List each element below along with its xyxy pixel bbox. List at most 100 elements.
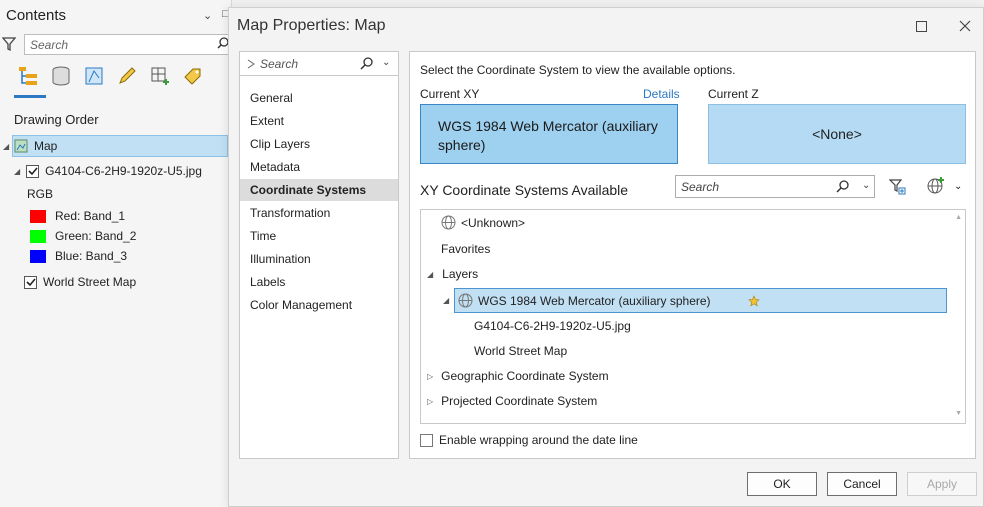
collapse-triangle-icon[interactable]: ◢ [443, 296, 449, 305]
contents-title: Contents [6, 7, 67, 24]
chevron-down-icon[interactable]: ⌄ [954, 181, 962, 192]
cs-selected-item[interactable]: WGS 1984 Web Mercator (auxiliary sphere) [454, 288, 947, 313]
tree-item-raster-layer[interactable]: ◢ G4104-C6-2H9-1920z-U5.jpg [14, 164, 202, 178]
add-coordinate-system-icon[interactable] [927, 176, 945, 194]
cs-layers-folder[interactable]: ◢ Layers [427, 267, 478, 281]
globe-icon [441, 215, 456, 230]
cs-layer-basemap[interactable]: World Street Map [474, 344, 567, 358]
cs-label: Projected Coordinate System [441, 394, 598, 408]
search-icon[interactable] [360, 57, 373, 70]
band-label: Green: Band_2 [55, 229, 137, 243]
blue-swatch[interactable] [30, 249, 46, 263]
cs-favorites[interactable]: Favorites [441, 242, 490, 256]
cs-geographic-folder[interactable]: ▷ Geographic Coordinate System [427, 369, 609, 383]
contents-search-input[interactable]: Search [24, 34, 230, 55]
green-swatch[interactable] [30, 229, 46, 243]
nav-labels[interactable]: Labels [240, 271, 398, 293]
rgb-heading: RGB [27, 187, 53, 201]
chevron-down-icon[interactable]: ⌄ [862, 180, 870, 191]
cs-unknown[interactable]: <Unknown> [441, 215, 525, 230]
map-properties-dialog: Map Properties: Map Search ⌄ General Ext… [228, 7, 984, 507]
list-by-selection-icon[interactable] [82, 64, 106, 88]
coordinate-systems-panel: Select the Coordinate System to view the… [409, 51, 976, 459]
current-xy-value: WGS 1984 Web Mercator (auxiliary sphere) [438, 118, 658, 153]
map-icon [14, 139, 28, 153]
layer-visibility-checkbox[interactable] [24, 275, 37, 289]
wrap-dateline-label: Enable wrapping around the date line [439, 433, 638, 447]
nav-search-input[interactable]: Search [240, 52, 398, 76]
active-tab-indicator [14, 95, 46, 98]
tree-item-map[interactable]: ◢ Map [3, 135, 228, 157]
collapse-triangle-icon[interactable]: ◢ [3, 142, 9, 151]
favorite-star-icon[interactable] [747, 294, 760, 307]
properties-nav: Search ⌄ General Extent Clip Layers Meta… [239, 51, 399, 459]
filter-icon[interactable] [2, 36, 16, 52]
current-z-value: <None> [812, 126, 862, 142]
band-red[interactable]: Red: Band_1 [30, 209, 125, 223]
cs-projected-folder[interactable]: ▷ Projected Coordinate System [427, 394, 597, 408]
list-by-editing-icon[interactable] [115, 64, 139, 88]
chevron-down-icon[interactable]: ⌄ [203, 9, 212, 22]
cs-label: WGS 1984 Web Mercator (auxiliary sphere) [478, 293, 711, 308]
list-by-labeling-icon[interactable] [181, 64, 205, 88]
wrap-dateline-option[interactable]: Enable wrapping around the date line [420, 433, 638, 447]
scroll-down-icon[interactable]: ▼ [955, 410, 962, 417]
nav-metadata[interactable]: Metadata [240, 156, 398, 178]
globe-icon [458, 293, 473, 308]
cs-search-placeholder: Search [681, 180, 720, 194]
rgb-label: RGB [27, 187, 54, 201]
layer-visibility-checkbox[interactable] [26, 164, 40, 178]
chevron-down-icon[interactable]: ⌄ [382, 57, 390, 68]
nav-illumination[interactable]: Illumination [240, 248, 398, 270]
cs-label: G4104-C6-2H9-1920z-U5.jpg [474, 319, 631, 333]
list-by-snapping-icon[interactable] [148, 64, 172, 88]
scroll-up-icon[interactable]: ▲ [955, 214, 962, 221]
cs-layer-raster[interactable]: G4104-C6-2H9-1920z-U5.jpg [474, 319, 631, 333]
close-icon[interactable] [955, 16, 975, 36]
details-link[interactable]: Details [643, 87, 680, 101]
cancel-button[interactable]: Cancel [827, 472, 897, 496]
cs-label: <Unknown> [461, 215, 526, 230]
maximize-icon[interactable] [911, 16, 931, 36]
cs-label: Favorites [441, 242, 491, 256]
band-label: Red: Band_1 [55, 209, 126, 223]
map-label: Map [34, 139, 58, 153]
drawing-order-heading: Drawing Order [14, 112, 99, 127]
search-icon[interactable] [836, 180, 849, 193]
band-green[interactable]: Green: Band_2 [30, 229, 136, 243]
current-xy-box[interactable]: WGS 1984 Web Mercator (auxiliary sphere) [420, 104, 678, 164]
cs-tree: <Unknown> Favorites ◢ Layers ◢ WGS 1984 … [420, 209, 966, 424]
nav-extent[interactable]: Extent [240, 110, 398, 132]
band-label: Blue: Band_3 [55, 249, 128, 263]
wrap-dateline-checkbox[interactable] [420, 433, 433, 447]
list-by-drawing-order-icon[interactable] [16, 64, 40, 88]
red-swatch[interactable] [30, 209, 46, 223]
layer-name: World Street Map [43, 275, 137, 289]
nav-time[interactable]: Time [240, 225, 398, 247]
dialog-title: Map Properties: Map [237, 17, 386, 34]
expand-triangle-icon[interactable]: ▷ [427, 372, 433, 381]
band-blue[interactable]: Blue: Band_3 [30, 249, 127, 263]
ok-button[interactable]: OK [747, 472, 817, 496]
nav-color-management[interactable]: Color Management [240, 294, 398, 316]
arrow-icon [247, 59, 255, 69]
tree-item-basemap-layer[interactable]: World Street Map [24, 275, 136, 289]
apply-button[interactable]: Apply [907, 472, 977, 496]
current-z-box[interactable]: <None> [708, 104, 966, 164]
collapse-triangle-icon[interactable]: ◢ [14, 167, 20, 176]
current-z-label: Current Z [708, 87, 759, 101]
filter-icon[interactable] [889, 178, 906, 195]
cs-search-input[interactable]: Search ⌄ [675, 175, 875, 198]
cs-label: World Street Map [474, 344, 568, 358]
nav-transformation[interactable]: Transformation [240, 202, 398, 224]
nav-clip-layers[interactable]: Clip Layers [240, 133, 398, 155]
contents-toolbar [16, 64, 205, 88]
contents-pane: Contents ⌄ □ Search Drawing Order ◢ Map … [0, 0, 232, 507]
cs-label: Layers [442, 267, 479, 281]
nav-general[interactable]: General [240, 87, 398, 109]
nav-coordinate-systems[interactable]: Coordinate Systems [240, 179, 398, 201]
expand-triangle-icon[interactable]: ▷ [427, 397, 433, 406]
current-xy-label: Current XY [420, 87, 480, 101]
collapse-triangle-icon[interactable]: ◢ [427, 270, 433, 279]
list-by-source-icon[interactable] [49, 64, 73, 88]
